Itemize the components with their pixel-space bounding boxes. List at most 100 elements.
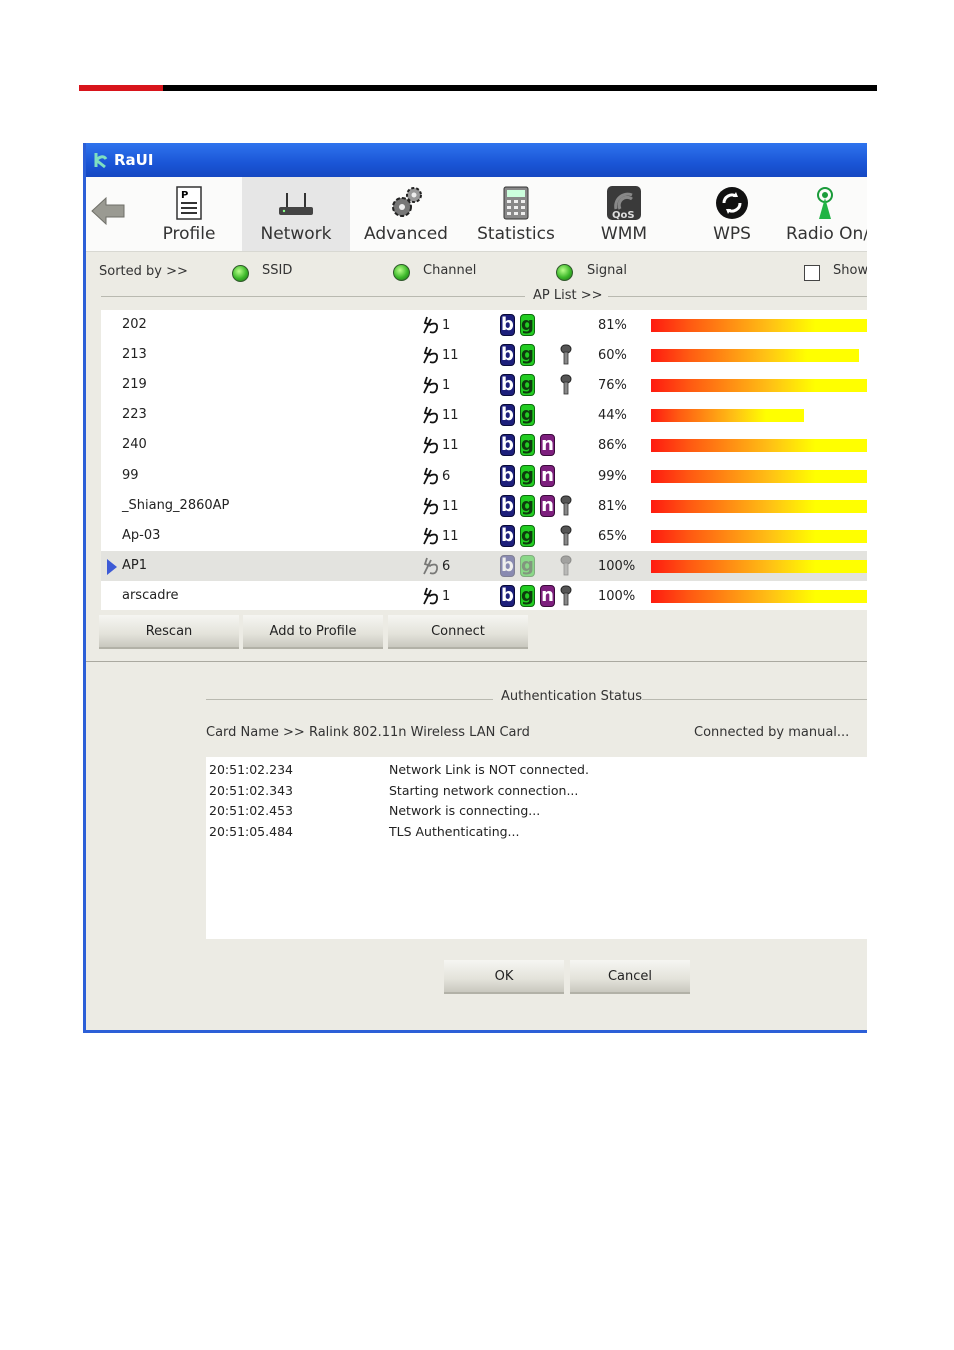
mode-b-badge: b: [500, 464, 515, 487]
signal-bar: [651, 529, 867, 543]
mode-b-badge: b: [500, 344, 515, 367]
sort-signal-radio[interactable]: [556, 264, 573, 281]
channel-icon: [423, 346, 438, 364]
signal-bar: [651, 409, 805, 423]
ap-signal: 100%: [598, 588, 636, 604]
mode-g-badge: g: [520, 374, 535, 397]
tab-statistics[interactable]: Statistics: [466, 177, 566, 251]
mode-b-badge: b: [500, 314, 515, 336]
mode-b-badge: b: [500, 524, 515, 547]
signal-bar: [651, 589, 867, 603]
ap-signal: 86%: [598, 438, 627, 454]
page-rule-black: [163, 85, 877, 91]
ok-button[interactable]: OK: [444, 960, 564, 994]
channel-icon: [423, 497, 438, 514]
ap-list-divider-right: [608, 296, 867, 297]
sort-bar: Sorted by >> SSID Channel Signal Show: [86, 251, 867, 311]
ap-row[interactable]: 202 1 b g 81%: [101, 310, 867, 340]
key-lock-icon: [560, 374, 572, 395]
ap-row[interactable]: 223 11 b g 44%: [101, 400, 867, 430]
mode-g-badge: g: [520, 524, 535, 547]
ap-list-label: AP List >>: [533, 288, 603, 303]
mode-g-badge: g: [520, 344, 535, 367]
ap-channel: 11: [442, 498, 459, 514]
tab-wmm[interactable]: QoS WMM: [582, 177, 666, 251]
ap-row[interactable]: 213 11 b g 60%: [101, 340, 867, 370]
auth-divider-left: [206, 699, 493, 700]
signal-bar: [651, 439, 867, 453]
tab-advanced[interactable]: Advanced: [356, 177, 456, 251]
ap-ssid: AP1: [122, 557, 148, 573]
log-time: 20:51:02.234: [209, 762, 293, 777]
sort-signal-label: Signal: [587, 263, 627, 278]
tab-profile-label: Profile: [162, 224, 216, 244]
sort-channel-radio[interactable]: [393, 264, 410, 281]
ap-channel: 6: [442, 558, 451, 574]
ap-row[interactable]: 240 11 b g n 86%: [101, 430, 867, 460]
key-lock-icon: [560, 495, 572, 515]
ap-ssid: 99: [122, 467, 139, 483]
mode-n-badge: n: [540, 584, 555, 607]
section-divider: [86, 661, 867, 662]
mode-n-badge: n: [540, 494, 555, 517]
mode-n-badge: n: [540, 464, 555, 487]
ap-channel: 1: [442, 378, 451, 394]
svg-text:QoS: QoS: [612, 210, 635, 221]
tab-statistics-label: Statistics: [477, 224, 555, 244]
ap-row[interactable]: 99 6 b g n 99%: [101, 461, 867, 491]
signal-bar: [651, 349, 860, 363]
ap-channel: 11: [442, 348, 459, 364]
mode-b-badge: b: [500, 494, 515, 517]
tab-wps[interactable]: WPS: [690, 177, 774, 251]
mode-b-badge: b: [500, 404, 515, 427]
ap-row[interactable]: _Shiang_2860AP 11 b g n 81%: [101, 491, 867, 521]
rescan-button[interactable]: Rescan: [99, 615, 239, 649]
mode-g-badge: g: [520, 434, 535, 457]
ap-ssid: 240: [122, 437, 147, 453]
channel-icon: [423, 376, 438, 394]
tab-radio-label: Radio On/: [786, 224, 867, 244]
log-message: Network is connecting...: [389, 803, 541, 818]
tab-radio[interactable]: Radio On/: [780, 177, 867, 251]
channel-icon: [423, 557, 438, 575]
mode-g-badge: g: [520, 314, 535, 336]
ap-ssid: 223: [122, 407, 147, 423]
ap-row[interactable]: arscadre 1 bgn 100%: [101, 581, 867, 611]
title-bar[interactable]: RaUI: [86, 143, 867, 177]
cancel-button[interactable]: Cancel: [570, 960, 690, 994]
ap-signal: 81%: [598, 318, 627, 333]
ap-row[interactable]: AP1 6 bg 100%: [101, 550, 867, 581]
gears-icon: [392, 187, 422, 217]
show-checkbox[interactable]: [804, 265, 820, 281]
signal-bar: [651, 319, 867, 332]
log-time: 20:51:05.484: [209, 823, 293, 839]
log-message: Network Link is NOT connected.: [389, 762, 589, 777]
ap-ssid: 202: [122, 317, 147, 332]
auth-log[interactable]: 20:51:02.234 Network Link is NOT connecte…: [206, 757, 867, 939]
channel-icon: [423, 437, 438, 454]
key-lock-icon: [560, 525, 572, 546]
ap-list-divider-left: [101, 296, 525, 297]
ap-row[interactable]: Ap-03 11 b g 65%: [101, 521, 867, 551]
radio-antenna-icon: [817, 187, 833, 219]
tab-network-label: Network: [260, 224, 332, 244]
key-lock-icon: [560, 344, 572, 365]
tab-network[interactable]: Network: [242, 177, 350, 251]
signal-bar: [651, 469, 867, 483]
connect-button[interactable]: Connect: [388, 615, 528, 649]
sort-ssid-radio[interactable]: [232, 265, 249, 282]
sort-ssid-label: SSID: [262, 263, 293, 278]
log-time: 20:51:02.343: [209, 782, 293, 798]
log-message: Starting network connection...: [389, 782, 579, 798]
tab-profile[interactable]: P Profile: [146, 177, 232, 251]
card-name: Card Name >> Ralink 802.11n Wireless LAN…: [206, 725, 530, 740]
calculator-icon: [503, 186, 529, 220]
back-arrow-icon[interactable]: [90, 193, 126, 229]
mode-g-badge: g: [520, 554, 535, 577]
mode-b-badge: b: [500, 554, 515, 577]
ap-list[interactable]: 202 1 b g 81% 213 11 b g 60% 219 1bg 76% 223 11 b…: [101, 310, 867, 610]
tab-wps-label: WPS: [713, 224, 751, 244]
raui-window: RaUI P Profile Network Advanced Statisti…: [83, 143, 867, 1033]
add-to-profile-button[interactable]: Add to Profile: [243, 615, 383, 649]
ap-row[interactable]: 219 1 bg 76%: [101, 370, 867, 400]
